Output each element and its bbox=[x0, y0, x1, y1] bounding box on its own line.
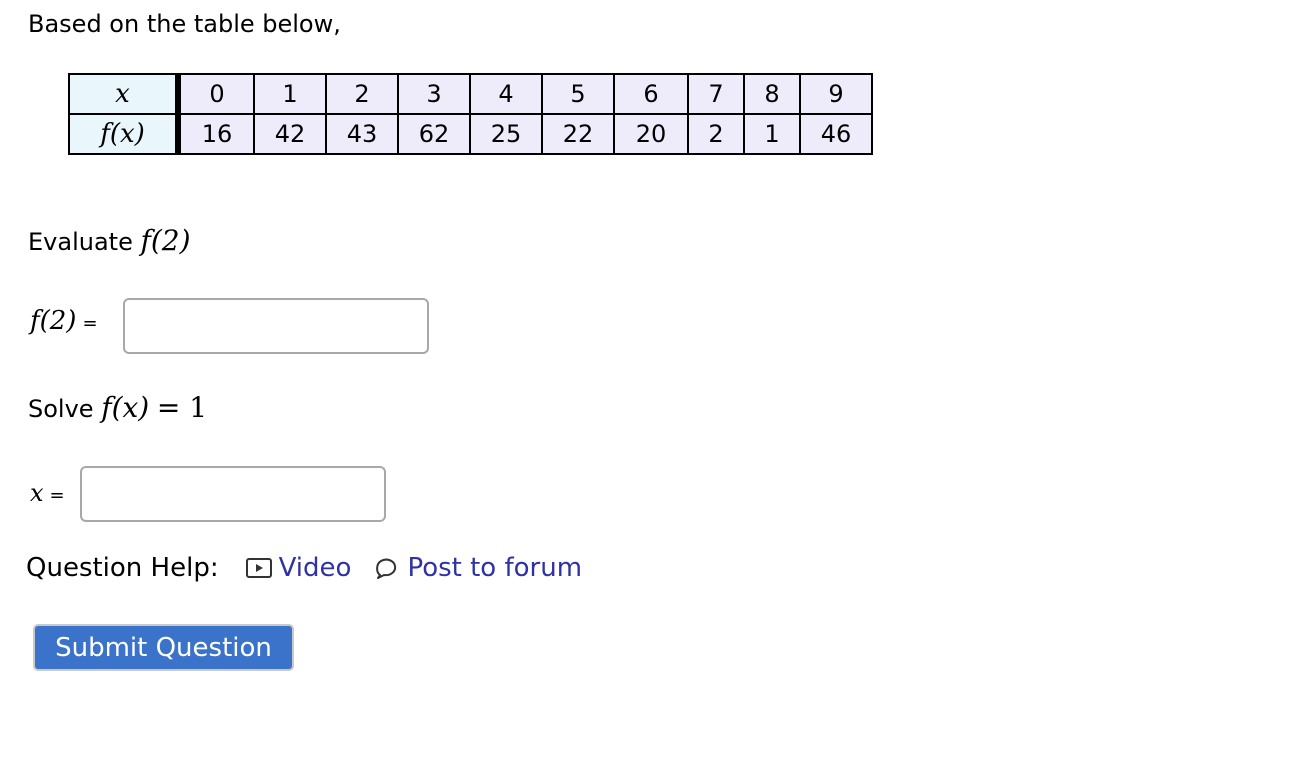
table-cell-fx: 46 bbox=[799, 113, 873, 155]
intro-text: Based on the table below, bbox=[28, 10, 341, 38]
table-cell-x: 4 bbox=[469, 73, 543, 115]
part2-prompt: Solve f(x) = 1 bbox=[28, 391, 207, 424]
table-cell-fx: 62 bbox=[397, 113, 471, 155]
function-table: x 0 1 2 3 4 5 6 7 8 9 f(x) 16 42 43 62 2… bbox=[68, 73, 873, 155]
table-cell-x: 6 bbox=[613, 73, 689, 115]
equals-sign: = bbox=[82, 313, 98, 334]
x-answer-input[interactable] bbox=[80, 466, 386, 522]
table-cell-fx: 2 bbox=[687, 113, 745, 155]
table-cell-fx: 20 bbox=[613, 113, 689, 155]
part1-label-math: f(2) bbox=[30, 306, 77, 336]
part1-prompt-math: f(2) bbox=[140, 224, 191, 257]
part2-prompt-rhs: = 1 bbox=[156, 391, 208, 424]
table-cell-x: 0 bbox=[177, 73, 255, 115]
part2-answer-label: x = bbox=[30, 478, 65, 508]
video-play-icon bbox=[245, 556, 273, 580]
table-cell-x: 8 bbox=[743, 73, 801, 115]
part1-prompt-text: Evaluate bbox=[28, 228, 133, 256]
table-cell-fx: 43 bbox=[325, 113, 399, 155]
table-cell-x: 2 bbox=[325, 73, 399, 115]
table-cell-x: 7 bbox=[687, 73, 745, 115]
table-row-x: x 0 1 2 3 4 5 6 7 8 9 bbox=[68, 73, 873, 115]
equals-sign: = bbox=[49, 485, 65, 506]
part2-label-math: x bbox=[30, 479, 44, 507]
submit-question-button[interactable]: Submit Question bbox=[33, 624, 294, 671]
table-cell-fx: 16 bbox=[177, 113, 255, 155]
part1-prompt: Evaluate f(2) bbox=[28, 224, 191, 257]
table-cell-x: 9 bbox=[799, 73, 873, 115]
part1-answer-label: f(2) = bbox=[30, 306, 98, 336]
question-help-label: Question Help: bbox=[26, 553, 219, 583]
table-cell-x: 5 bbox=[541, 73, 615, 115]
row-header-x: x bbox=[68, 73, 181, 115]
f2-answer-input[interactable] bbox=[123, 298, 429, 354]
part2-prompt-math: f(x) bbox=[101, 391, 150, 424]
table-cell-fx: 22 bbox=[541, 113, 615, 155]
table-row-fx: f(x) 16 42 43 62 25 22 20 2 1 46 bbox=[68, 113, 873, 155]
speech-bubble-icon bbox=[373, 555, 399, 581]
question-help: Question Help: Video Post to forum bbox=[26, 553, 582, 583]
post-to-forum-link[interactable]: Post to forum bbox=[373, 553, 582, 583]
table-cell-fx: 42 bbox=[253, 113, 327, 155]
video-link-label: Video bbox=[278, 553, 352, 583]
table-cell-x: 3 bbox=[397, 73, 471, 115]
table-cell-fx: 25 bbox=[469, 113, 543, 155]
table-cell-fx: 1 bbox=[743, 113, 801, 155]
part2-prompt-text: Solve bbox=[28, 395, 94, 423]
row-header-fx: f(x) bbox=[68, 113, 181, 155]
video-link[interactable]: Video bbox=[245, 553, 352, 583]
post-to-forum-label: Post to forum bbox=[407, 553, 583, 583]
table-cell-x: 1 bbox=[253, 73, 327, 115]
